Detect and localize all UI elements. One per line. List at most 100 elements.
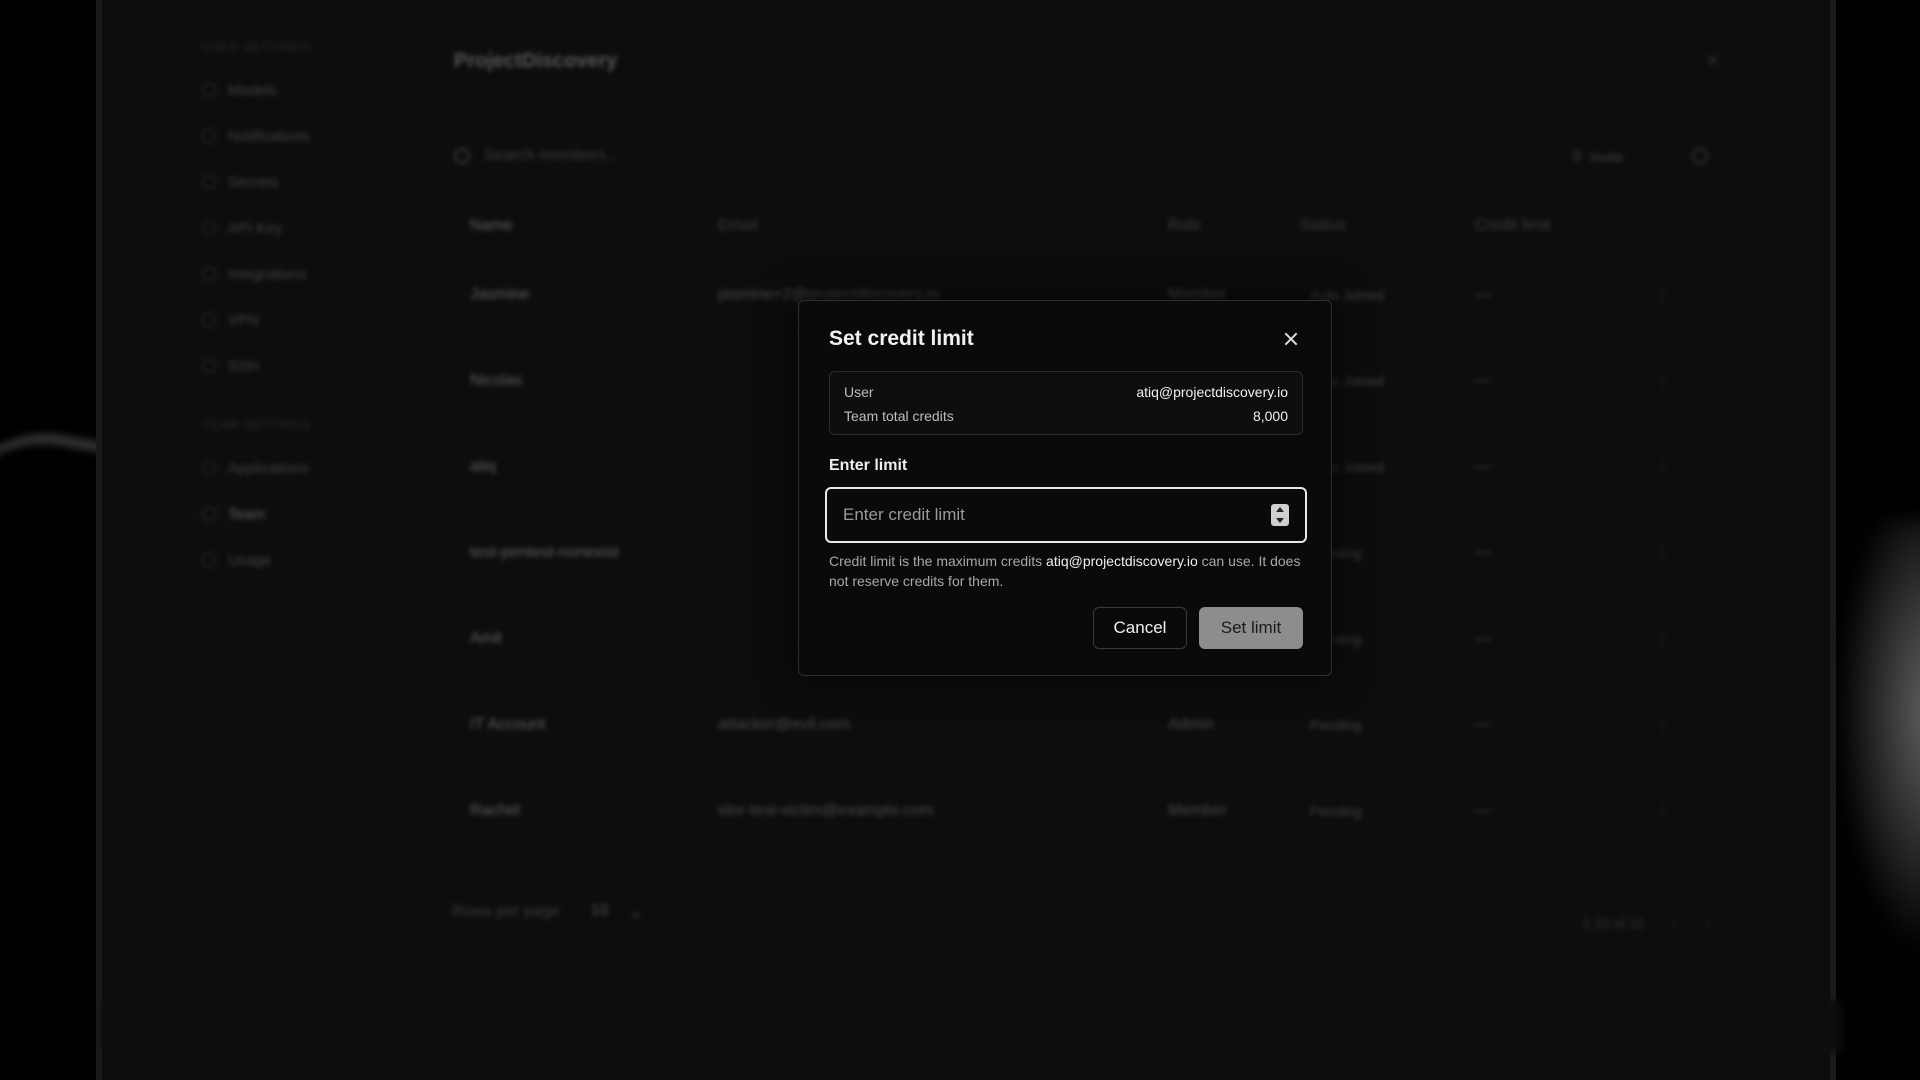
- row-menu-icon[interactable]: ⋮: [1655, 457, 1695, 477]
- gear-icon[interactable]: [1692, 148, 1708, 164]
- cell-name: test-pentest-nonexist: [470, 543, 619, 561]
- chevron-right-icon[interactable]: ›: [1705, 915, 1710, 931]
- status-badge: Pending: [1300, 798, 1372, 823]
- sidebar-item-usage[interactable]: Usage: [182, 540, 412, 580]
- row-menu-icon[interactable]: ⋮: [1655, 285, 1695, 305]
- sidebar-item-label: Usage: [228, 551, 272, 569]
- cell-status: Pending: [1300, 798, 1475, 823]
- cell-credit: —: [1475, 371, 1491, 389]
- pagination: Rows per page 10 ⌄: [452, 895, 658, 929]
- credit-limit-input[interactable]: [843, 505, 1271, 525]
- cell-credit: —: [1475, 543, 1491, 561]
- row-menu-icon[interactable]: ⋮: [1655, 801, 1695, 821]
- user-label: User: [844, 384, 874, 400]
- search-icon: [454, 148, 470, 164]
- page-title: ProjectDiscovery: [454, 50, 618, 72]
- cancel-button[interactable]: Cancel: [1093, 607, 1187, 649]
- pagination-controls: 1-10 of 11 ‹ ›: [1582, 915, 1709, 931]
- set-credit-limit-dialog: Set credit limit User atiq@projectdiscov…: [798, 300, 1332, 676]
- sidebar-item-integrations[interactable]: Integrations: [182, 254, 412, 294]
- row-menu-icon[interactable]: ⋮: [1655, 543, 1695, 563]
- bell-icon: [202, 129, 216, 143]
- sidebar: User Settings Models Notifications Secre…: [182, 40, 412, 586]
- sidebar-item-label: Team: [228, 505, 265, 523]
- help-prefix: Credit limit is the maximum credits: [829, 553, 1043, 569]
- app-window: User Settings Models Notifications Secre…: [96, 0, 1842, 1080]
- sidebar-item-api-key[interactable]: API Key: [182, 208, 412, 248]
- cell-role: Admin: [1168, 715, 1214, 733]
- globe-icon: [202, 313, 216, 327]
- chart-icon: [202, 553, 216, 567]
- add-user-icon: ⚲: [1572, 148, 1583, 164]
- enter-limit-label: Enter limit: [829, 457, 908, 474]
- sidebar-item-label: Secrets: [228, 173, 279, 191]
- column-header-email: Email: [718, 216, 759, 234]
- sidebar-item-label: VPN: [228, 311, 259, 329]
- sidebar-item-vpn[interactable]: VPN: [182, 300, 412, 340]
- table-row[interactable]: IT Account attacker@evil.com Admin Pendi…: [454, 682, 1704, 768]
- invite-button[interactable]: ⚲ Invite: [1572, 148, 1624, 165]
- key-icon: [202, 221, 216, 235]
- help-text: Credit limit is the maximum credits atiq…: [829, 551, 1309, 591]
- key-icon: [202, 175, 216, 189]
- cell-name: Amit: [470, 629, 502, 647]
- column-header-credit-limit: Credit limit: [1475, 216, 1551, 234]
- stage: User Settings Models Notifications Secre…: [0, 0, 1920, 1080]
- sidebar-item-label: Integrations: [228, 265, 307, 283]
- rows-per-page-label: Rows per page: [452, 903, 560, 920]
- cell-name: Nicolas: [470, 371, 523, 389]
- help-email: atiq@projectdiscovery.io: [1046, 553, 1198, 569]
- row-menu-icon[interactable]: ⋮: [1655, 629, 1695, 649]
- sidebar-item-models[interactable]: Models: [182, 70, 412, 110]
- sidebar-item-label: SSH: [228, 357, 259, 375]
- status-badge: Pending: [1300, 712, 1372, 737]
- cell-status: Pending: [1300, 712, 1475, 737]
- row-menu-icon[interactable]: ⋮: [1655, 715, 1695, 735]
- number-stepper-icon[interactable]: [1271, 504, 1289, 526]
- cell-role: Member: [1168, 801, 1227, 819]
- sidebar-item-ssh[interactable]: SSH: [182, 346, 412, 386]
- cell-credit: —: [1475, 801, 1491, 819]
- team-credits-value: 8,000: [1252, 408, 1288, 424]
- sidebar-item-applications[interactable]: Applications: [182, 448, 412, 488]
- cell-name: Rachel: [470, 801, 520, 819]
- box-icon: [202, 83, 216, 97]
- cell-name: Jasmine: [470, 285, 530, 303]
- chevron-left-icon[interactable]: ‹: [1672, 915, 1677, 931]
- sidebar-item-label: Models: [228, 81, 277, 99]
- plug-icon: [202, 267, 216, 281]
- invite-label: Invite: [1590, 148, 1624, 165]
- sidebar-item-secrets[interactable]: Secrets: [182, 162, 412, 202]
- cell-credit: —: [1475, 629, 1491, 647]
- sidebar-item-team[interactable]: Team: [182, 494, 412, 534]
- cell-name: atiq: [470, 457, 496, 475]
- close-icon[interactable]: [1281, 329, 1301, 349]
- chevron-down-icon: ⌄: [629, 904, 643, 921]
- sidebar-section-team: Team Settings: [202, 418, 312, 432]
- sidebar-item-label: Notifications: [228, 127, 310, 145]
- terminal-icon: [202, 359, 216, 373]
- credit-limit-field[interactable]: [825, 487, 1307, 543]
- cell-credit: —: [1475, 457, 1491, 475]
- sidebar-section-user: User Settings: [202, 40, 312, 54]
- grid-icon: [202, 461, 216, 475]
- cell-credit: —: [1475, 715, 1491, 733]
- team-credits-row: Team total credits 8,000: [844, 404, 1288, 428]
- set-limit-button[interactable]: Set limit: [1199, 607, 1303, 649]
- rows-per-page-value: 10: [590, 902, 609, 919]
- table-header: Name Email Role Status Credit limit: [454, 200, 1704, 252]
- search-bar[interactable]: Search members...: [454, 136, 1704, 176]
- page-range: 1-10 of 11: [1582, 915, 1645, 931]
- column-header-role: Role: [1168, 216, 1201, 234]
- cell-name: IT Account: [470, 715, 546, 733]
- sidebar-item-notifications[interactable]: Notifications: [182, 116, 412, 156]
- cell-email: attacker@evil.com: [718, 715, 850, 733]
- table-row[interactable]: Rachel idor-test-victim@example.com Memb…: [454, 768, 1704, 854]
- row-menu-icon[interactable]: ⋮: [1655, 371, 1695, 391]
- user-row: User atiq@projectdiscovery.io: [844, 380, 1288, 404]
- rows-per-page-select[interactable]: 10 ⌄: [575, 895, 658, 929]
- sidebar-item-label: API Key: [228, 219, 283, 237]
- taskbar: [102, 1000, 1842, 1052]
- close-icon[interactable]: ×: [1707, 50, 1719, 73]
